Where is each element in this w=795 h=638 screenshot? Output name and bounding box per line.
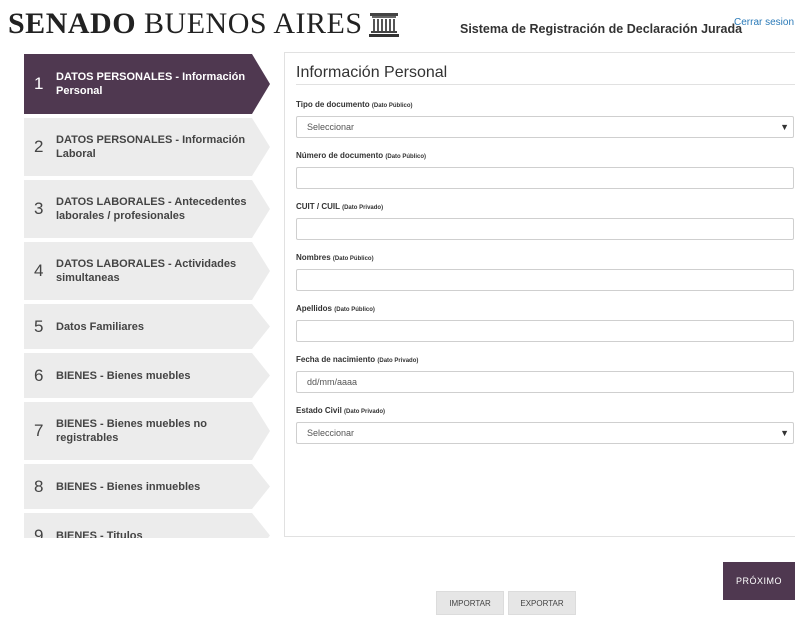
brand-name: SENADO BUENOS AIRES	[8, 7, 363, 40]
document-number-label: Número de documento (Dato Público)	[296, 151, 427, 160]
step-number: 3	[34, 199, 44, 218]
cuit-input[interactable]	[296, 218, 794, 240]
last-names-label: Apellidos (Dato Público)	[296, 304, 375, 313]
document-number-input[interactable]	[296, 167, 794, 189]
step-label: DATOS LABORALES - Actividades simultanea…	[56, 258, 237, 284]
step-number: 2	[34, 137, 44, 156]
step-8[interactable]: 8 BIENES - Bienes inmuebles	[24, 464, 270, 509]
step-number: 8	[34, 476, 44, 496]
step-label: DATOS LABORALES - Antecedentes laborales…	[56, 196, 247, 222]
step-number: 7	[34, 421, 44, 440]
first-names-input[interactable]	[296, 269, 794, 291]
step-1[interactable]: 1 DATOS PERSONALES - Información Persona…	[24, 54, 270, 114]
marital-status-label: Estado Civil (Dato Privado)	[296, 406, 386, 415]
step-9[interactable]: 9 BIENES - Titulos	[24, 513, 270, 539]
title-divider	[296, 84, 795, 85]
step-label: DATOS PERSONALES - Información Personal	[56, 71, 246, 97]
step-label: Datos Familiares	[56, 320, 145, 333]
form-panel: Información Personal Tipo de documento (…	[284, 52, 795, 537]
building-icon	[368, 13, 399, 37]
caret-down-icon: ▼	[780, 122, 789, 132]
step-number: 4	[34, 261, 44, 280]
document-type-select[interactable]: Seleccionar ▼	[296, 116, 794, 138]
step-number: 5	[34, 316, 44, 336]
form-title: Información Personal	[296, 64, 448, 81]
step-6[interactable]: 6 BIENES - Bienes muebles	[24, 353, 270, 398]
birth-date-label: Fecha de nacimiento (Dato Privado)	[296, 355, 419, 364]
cuit-label: CUIT / CUIL (Dato Privado)	[296, 202, 384, 211]
step-2[interactable]: 2 DATOS PERSONALES - Información Laboral	[24, 118, 270, 176]
step-number: 9	[34, 525, 44, 539]
step-label: BIENES - Titulos	[56, 529, 143, 539]
step-3[interactable]: 3 DATOS LABORALES - Antecedentes laboral…	[24, 180, 270, 238]
step-4[interactable]: 4 DATOS LABORALES - Actividades simultan…	[24, 242, 270, 300]
last-names-input[interactable]	[296, 320, 794, 342]
logout-link[interactable]: Cerrar sesion	[734, 17, 794, 28]
export-button[interactable]: EXPORTAR	[508, 591, 576, 615]
step-label: BIENES - Bienes inmuebles	[56, 480, 201, 493]
next-button[interactable]: PRÓXIMO	[723, 562, 795, 600]
step-label: BIENES - Bienes muebles no registrables	[56, 418, 207, 444]
step-number: 1	[34, 74, 44, 93]
marital-status-select[interactable]: Seleccionar ▼	[296, 422, 794, 444]
steps-sidebar: 1 DATOS PERSONALES - Información Persona…	[24, 54, 272, 538]
document-type-label: Tipo de documento (Dato Público)	[296, 100, 413, 109]
first-names-label: Nombres (Dato Público)	[296, 253, 374, 262]
step-number: 6	[34, 365, 44, 385]
birth-date-input[interactable]	[296, 371, 794, 393]
caret-down-icon: ▼	[780, 428, 789, 438]
step-7[interactable]: 7 BIENES - Bienes muebles no registrable…	[24, 402, 270, 460]
system-title: Sistema de Registración de Declaración J…	[460, 22, 743, 36]
step-label: DATOS PERSONALES - Información Laboral	[56, 134, 246, 160]
step-label: BIENES - Bienes muebles	[56, 369, 191, 382]
import-button[interactable]: IMPORTAR	[436, 591, 504, 615]
step-5[interactable]: 5 Datos Familiares	[24, 304, 270, 349]
brand-logo: SENADO BUENOS AIRES	[8, 4, 399, 44]
